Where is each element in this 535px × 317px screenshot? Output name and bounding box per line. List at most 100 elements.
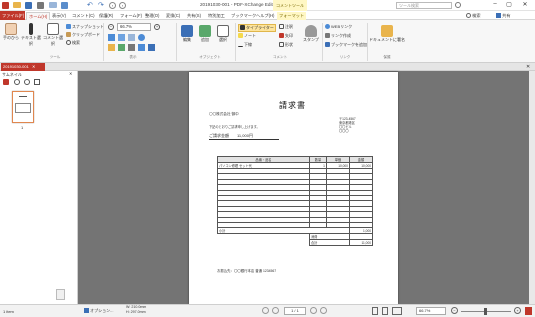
tab-format[interactable]: フォーマット <box>277 12 307 20</box>
tab-share[interactable]: 共有(S) <box>185 12 203 20</box>
shape-button[interactable]: 形状 <box>279 42 293 48</box>
thumb-zoom-in-icon[interactable] <box>24 79 30 85</box>
forward-icon[interactable]: › <box>119 2 126 9</box>
undo-icon[interactable]: ↶ <box>87 1 93 9</box>
sign-document-button[interactable]: ドキュメントに署名 <box>369 25 405 43</box>
close-button[interactable]: ✕ <box>520 1 530 9</box>
hand-icon <box>5 23 17 35</box>
thumbnail-scroll-icon[interactable] <box>56 289 65 300</box>
save-icon[interactable] <box>25 2 32 9</box>
rotate-page-icon[interactable] <box>148 44 155 51</box>
image-icon[interactable] <box>138 44 145 51</box>
add-bookmark-button[interactable]: ブックマークを追加 <box>325 42 367 48</box>
tab-home[interactable]: ホーム(H) <box>26 12 51 20</box>
zoom-out-icon[interactable]: − <box>108 24 114 30</box>
stamp-icon <box>305 25 317 37</box>
close-tab-icon[interactable]: ✕ <box>32 64 35 69</box>
tab-organize[interactable]: 整理(O) <box>143 12 161 20</box>
web-link-button[interactable]: WEBリンク <box>325 24 352 30</box>
find-icon <box>466 13 471 19</box>
page-number-input[interactable]: 1 / 1 <box>284 307 306 315</box>
minimize-button[interactable]: – <box>490 1 500 9</box>
clipboard-button[interactable]: クリップボード <box>66 32 100 38</box>
panel-close-icon[interactable]: ✕ <box>69 71 72 76</box>
actual-size-icon[interactable] <box>128 34 135 41</box>
status-menu-icon[interactable] <box>525 307 532 315</box>
underline-button[interactable]: 下線 <box>238 42 252 48</box>
note-button[interactable]: ノート <box>238 33 256 39</box>
two-page-icon[interactable] <box>118 44 125 51</box>
maximize-button[interactable]: ▢ <box>504 1 514 9</box>
add-button[interactable]: 追加 <box>197 25 213 43</box>
open-folder-icon[interactable] <box>13 2 21 8</box>
tool-search-placeholder: ツール検索 <box>399 3 419 8</box>
first-page-icon[interactable] <box>262 307 269 314</box>
last-page-icon[interactable] <box>320 307 327 314</box>
group-protect-label: 保護 <box>383 55 391 59</box>
hand-tool-button[interactable]: 手のひら <box>2 23 20 41</box>
zoom-in-icon[interactable]: + <box>154 24 160 30</box>
panel-options-icon[interactable] <box>3 79 9 85</box>
vertical-scrollbar[interactable] <box>529 71 535 304</box>
status-zoom-out-icon[interactable]: − <box>451 307 458 314</box>
textbox-button[interactable]: 注釈 <box>279 24 293 30</box>
status-zoom-select[interactable]: 66.7% <box>416 307 446 315</box>
layout-continuous-icon[interactable] <box>382 307 388 315</box>
redo-icon[interactable]: ↷ <box>98 1 104 9</box>
window-title: 20191030-001 - PDF-XChange Editor <box>200 2 277 7</box>
select-text-button[interactable]: テキスト選択 <box>20 23 42 47</box>
page-thumbnail[interactable] <box>12 91 34 123</box>
signature-icon <box>381 25 393 37</box>
thumb-settings-icon[interactable] <box>34 79 40 85</box>
select-comment-button[interactable]: コメント選択 <box>42 23 64 47</box>
tab-comment[interactable]: コメント(C) <box>70 12 97 20</box>
tab-file[interactable]: ファイル(F) <box>0 11 25 20</box>
camera-icon <box>66 24 71 30</box>
app-logo-icon <box>2 2 9 9</box>
find-label: 検索 <box>472 13 481 18</box>
options-button[interactable]: オプション... <box>84 307 113 315</box>
close-document-icon[interactable]: ✕ <box>526 63 530 71</box>
find-button[interactable]: 検索 <box>466 12 481 19</box>
edit-button[interactable]: 編集 <box>179 25 195 43</box>
rotate-icon[interactable] <box>138 34 145 41</box>
status-zoom-in-icon[interactable]: + <box>514 307 521 314</box>
arrow-button[interactable]: 矢印 <box>279 33 293 39</box>
note-label: ノート <box>244 33 256 38</box>
mail-icon[interactable] <box>49 2 57 8</box>
tab-form[interactable]: フォーム(F) <box>118 12 144 20</box>
next-page-icon[interactable] <box>310 307 317 314</box>
invoice-heading: 請求書 <box>279 101 306 110</box>
print-icon[interactable] <box>37 2 44 9</box>
thumb-zoom-out-icon[interactable] <box>14 79 20 85</box>
find-ribbon-button[interactable]: 検索 <box>66 40 80 46</box>
pdf-page[interactable]: 請求書 〇〇株式会社 御中 〒123-4567 東京都港区 〇〇ビル 〇〇〇 下… <box>189 72 398 304</box>
select-button[interactable]: 選択 <box>215 25 231 43</box>
typewriter-button[interactable]: タイプライター <box>238 24 276 32</box>
fit-page-icon[interactable] <box>108 34 115 41</box>
stamp-button[interactable]: スタンプ <box>302 25 320 43</box>
single-page-icon[interactable] <box>108 44 115 51</box>
search-icon[interactable] <box>455 2 461 8</box>
zoom-slider-thumb[interactable] <box>484 308 487 315</box>
tab-help[interactable]: ヘルプ(H) <box>254 12 276 20</box>
link-icon[interactable] <box>128 44 135 51</box>
fit-width-icon[interactable] <box>118 34 125 41</box>
create-link-button[interactable]: リンク作成 <box>325 33 351 39</box>
document-tab[interactable]: 20191030-001 ✕ <box>1 63 45 71</box>
tab-convert[interactable]: 変換(C) <box>164 12 182 20</box>
layout-facing-icon[interactable] <box>392 307 402 315</box>
snapshot-button[interactable]: スナップショット <box>66 24 104 30</box>
layout-single-icon[interactable] <box>372 307 378 315</box>
underline-icon <box>238 42 243 48</box>
tool-search-input[interactable]: ツール検索 <box>396 2 452 9</box>
tab-special[interactable]: 特別加工 <box>206 12 227 20</box>
zoom-select[interactable]: 66.7% <box>117 23 151 31</box>
prev-page-icon[interactable] <box>272 307 279 314</box>
back-icon[interactable]: ‹ <box>109 2 116 9</box>
scan-icon[interactable] <box>61 2 68 9</box>
tab-view[interactable]: 表示(V) <box>50 12 68 20</box>
tab-protect[interactable]: 保護(R) <box>97 12 115 20</box>
share-button[interactable]: 共有 <box>496 12 511 19</box>
document-tab-label: 20191030-001 <box>3 64 29 69</box>
